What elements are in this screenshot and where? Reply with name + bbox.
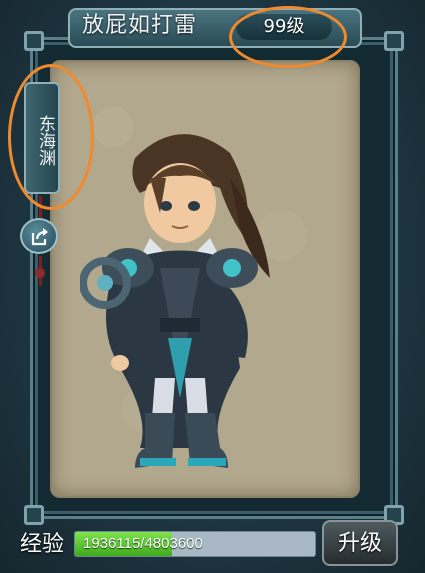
experience-value: 1936115/4803600 xyxy=(83,535,203,552)
character-name: 放屁如打雷 xyxy=(82,13,198,38)
annotation-circle-region xyxy=(8,64,94,210)
rope-bead xyxy=(35,268,45,278)
share-icon xyxy=(31,228,48,246)
experience-label: 经验 xyxy=(20,532,65,557)
frame-corner xyxy=(384,31,404,51)
annotation-circle-level xyxy=(229,6,347,68)
upgrade-button[interactable]: 升级 xyxy=(322,520,398,566)
experience-bar: 1936115/4803600 xyxy=(74,531,316,557)
share-button[interactable] xyxy=(20,218,58,254)
frame-corner xyxy=(24,31,44,51)
frame-corner xyxy=(24,505,44,525)
character-avatar xyxy=(80,134,270,468)
